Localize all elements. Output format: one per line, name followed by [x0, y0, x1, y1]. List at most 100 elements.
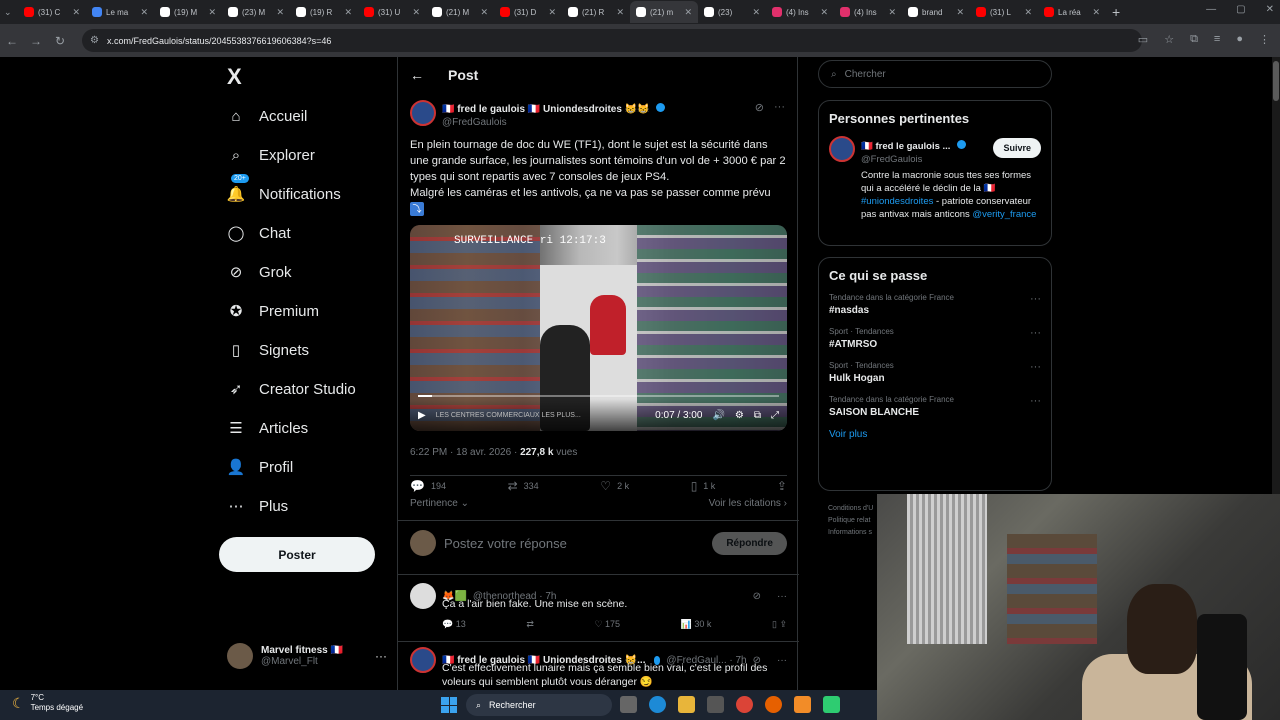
account-switcher[interactable]: Marvel fitness 🇫🇷 @Marvel_Flt ···	[227, 643, 387, 669]
tab-close-icon[interactable]: ✕	[276, 7, 284, 18]
browser-tab[interactable]: (31) U ✕	[358, 1, 426, 23]
repost-action[interactable]: ⇄	[526, 619, 534, 630]
footer-link[interactable]: Conditions d'U	[828, 503, 873, 515]
app-icon[interactable]	[823, 696, 840, 713]
person-row[interactable]: 🇫🇷 fred le gaulois ... @FredGaulois Suiv…	[829, 136, 1041, 165]
scrollbar-thumb[interactable]	[1273, 61, 1279, 101]
reply-action[interactable]: 💬 194	[410, 479, 446, 493]
grok-icon[interactable]: ⊘	[753, 591, 761, 602]
tab-close-icon[interactable]: ✕	[548, 7, 556, 18]
tab-close-icon[interactable]: ✕	[752, 7, 760, 18]
mention-link[interactable]: @verity_france	[972, 209, 1036, 220]
author-handle[interactable]: @FredGaulois	[442, 117, 665, 128]
browser-tab[interactable]: (19) M ✕	[154, 1, 222, 23]
nav-item-premium[interactable]: ✪ Premium	[227, 299, 319, 323]
reply-item[interactable]: 🦊🟩 @thenorthead · 7h ⊘ ··· Ça a l'air bi…	[410, 583, 787, 630]
play-icon[interactable]: ▶	[418, 410, 426, 421]
nav-item-creator-studio[interactable]: ➶ Creator Studio	[227, 377, 356, 401]
profile-icon[interactable]: ●	[1236, 33, 1243, 46]
cast-icon[interactable]: ▭	[1138, 33, 1148, 46]
nav-item-notifications[interactable]: 🔔 20+ Notifications	[227, 174, 341, 206]
footer-link[interactable]: Informations s	[828, 527, 873, 539]
tab-close-icon[interactable]: ✕	[140, 7, 148, 18]
volume-icon[interactable]: 🔊	[712, 410, 724, 421]
nav-item-signets[interactable]: ▯ Signets	[227, 338, 309, 362]
nav-item-profil[interactable]: 👤 Profil	[227, 455, 294, 479]
browser-tab[interactable]: brand ✕	[902, 1, 970, 23]
x-logo[interactable]: X	[227, 64, 242, 90]
taskbar-search[interactable]: ⌕ Rechercher	[466, 694, 612, 716]
sort-dropdown[interactable]: Pertinence ⌄	[410, 498, 469, 509]
author-name[interactable]: 🇫🇷 fred le gaulois 🇫🇷 Uniondesdroites 😸😸	[442, 104, 650, 115]
browser-tab[interactable]: (31) L ✕	[970, 1, 1038, 23]
avatar[interactable]	[829, 136, 855, 162]
new-tab-button[interactable]: +	[1112, 4, 1120, 20]
close-icon[interactable]: ✕	[1266, 4, 1274, 15]
more-icon[interactable]: ···	[1030, 327, 1041, 339]
video-progress-bar[interactable]	[418, 395, 779, 397]
nav-item-grok[interactable]: ⊘ Grok	[227, 260, 292, 284]
more-icon[interactable]: ···	[375, 649, 387, 663]
follow-button[interactable]: Suivre	[993, 138, 1041, 158]
tab-close-icon[interactable]: ✕	[820, 7, 828, 18]
share-action[interactable]: ⇪	[777, 479, 787, 493]
tab-close-icon[interactable]: ✕	[956, 7, 964, 18]
nav-item-plus[interactable]: ⋯ Plus	[227, 494, 289, 518]
tab-close-icon[interactable]: ✕	[888, 7, 896, 18]
repost-action[interactable]: ⇄ 334	[508, 479, 539, 493]
minimize-icon[interactable]: —	[1206, 4, 1216, 15]
settings-icon[interactable]: ⚙	[735, 410, 744, 421]
star-icon[interactable]: ☆	[1164, 33, 1174, 46]
more-icon[interactable]: ···	[777, 655, 787, 666]
avatar[interactable]	[410, 647, 436, 673]
media-icon[interactable]: ≡	[1214, 33, 1220, 46]
more-icon[interactable]: ···	[1030, 293, 1041, 305]
tab-close-icon[interactable]: ✕	[412, 7, 420, 18]
maximize-icon[interactable]: ▢	[1236, 4, 1245, 15]
views-action[interactable]: 📊 30 k	[681, 619, 712, 630]
nav-item-articles[interactable]: ☰ Articles	[227, 416, 308, 440]
more-icon[interactable]: ···	[1030, 361, 1041, 373]
tab-list-dropdown-icon[interactable]: ⌄	[4, 7, 18, 18]
site-info-icon[interactable]: ⚙	[90, 35, 99, 46]
quotes-link[interactable]: Voir les citations ›	[709, 498, 787, 509]
tab-close-icon[interactable]: ✕	[684, 7, 692, 18]
browser-tab[interactable]: (23) M ✕	[222, 1, 290, 23]
person-name[interactable]: 🇫🇷 fred le gaulois ...	[861, 141, 950, 152]
weather-widget[interactable]: ☾ 7°C Temps dégagé	[12, 693, 83, 713]
browser-tab[interactable]: (21) M ✕	[426, 1, 494, 23]
tab-close-icon[interactable]: ✕	[208, 7, 216, 18]
video-player[interactable]: SURVEILLANCE ri 12:17:3 ▶ LES CENTRES CO…	[410, 225, 787, 431]
reply-button[interactable]: Répondre	[712, 531, 787, 555]
browser-tab[interactable]: (4) Ins ✕	[834, 1, 902, 23]
person-handle[interactable]: @FredGaulois	[861, 154, 966, 165]
tab-close-icon[interactable]: ✕	[616, 7, 624, 18]
tab-close-icon[interactable]: ✕	[480, 7, 488, 18]
avatar[interactable]	[410, 583, 436, 609]
bookmark-action[interactable]: ▯ 1 k	[691, 479, 716, 493]
tab-close-icon[interactable]: ✕	[1024, 7, 1032, 18]
tab-close-icon[interactable]: ✕	[1092, 7, 1100, 18]
browser-tab[interactable]: (21) m ✕	[630, 1, 698, 23]
more-icon[interactable]: ···	[777, 591, 787, 602]
reply-item[interactable]: 🇫🇷 fred le gaulois 🇫🇷 Uniondesdroites 😸.…	[410, 647, 787, 689]
more-icon[interactable]: ···	[1030, 395, 1041, 407]
edge-icon[interactable]	[649, 696, 666, 713]
task-view-icon[interactable]	[620, 696, 637, 713]
avatar[interactable]	[410, 100, 436, 126]
tab-close-icon[interactable]: ✕	[344, 7, 352, 18]
like-action[interactable]: ♡ 175	[594, 619, 620, 630]
nav-item-accueil[interactable]: ⌂ Accueil	[227, 104, 307, 128]
popout-icon[interactable]: ⧉	[754, 410, 761, 421]
browser-tab[interactable]: (21) R ✕	[562, 1, 630, 23]
browser-tab[interactable]: (23) ✕	[698, 1, 766, 23]
browser-tab[interactable]: (4) Ins ✕	[766, 1, 834, 23]
more-icon[interactable]: ···	[774, 101, 785, 114]
address-bar[interactable]: ⚙ x.com/FredGaulois/status/2045538376619…	[82, 29, 1142, 52]
browser-tab[interactable]: Le ma ✕	[86, 1, 154, 23]
fullscreen-icon[interactable]: ⤢	[771, 410, 779, 421]
reload-icon[interactable]: ↻	[48, 34, 72, 48]
reply-input[interactable]: Postez votre réponse	[444, 536, 567, 551]
trend-item[interactable]: Tendance dans la catégorie France #nasdas…	[829, 293, 1041, 316]
browser-tab[interactable]: (31) C ✕	[18, 1, 86, 23]
